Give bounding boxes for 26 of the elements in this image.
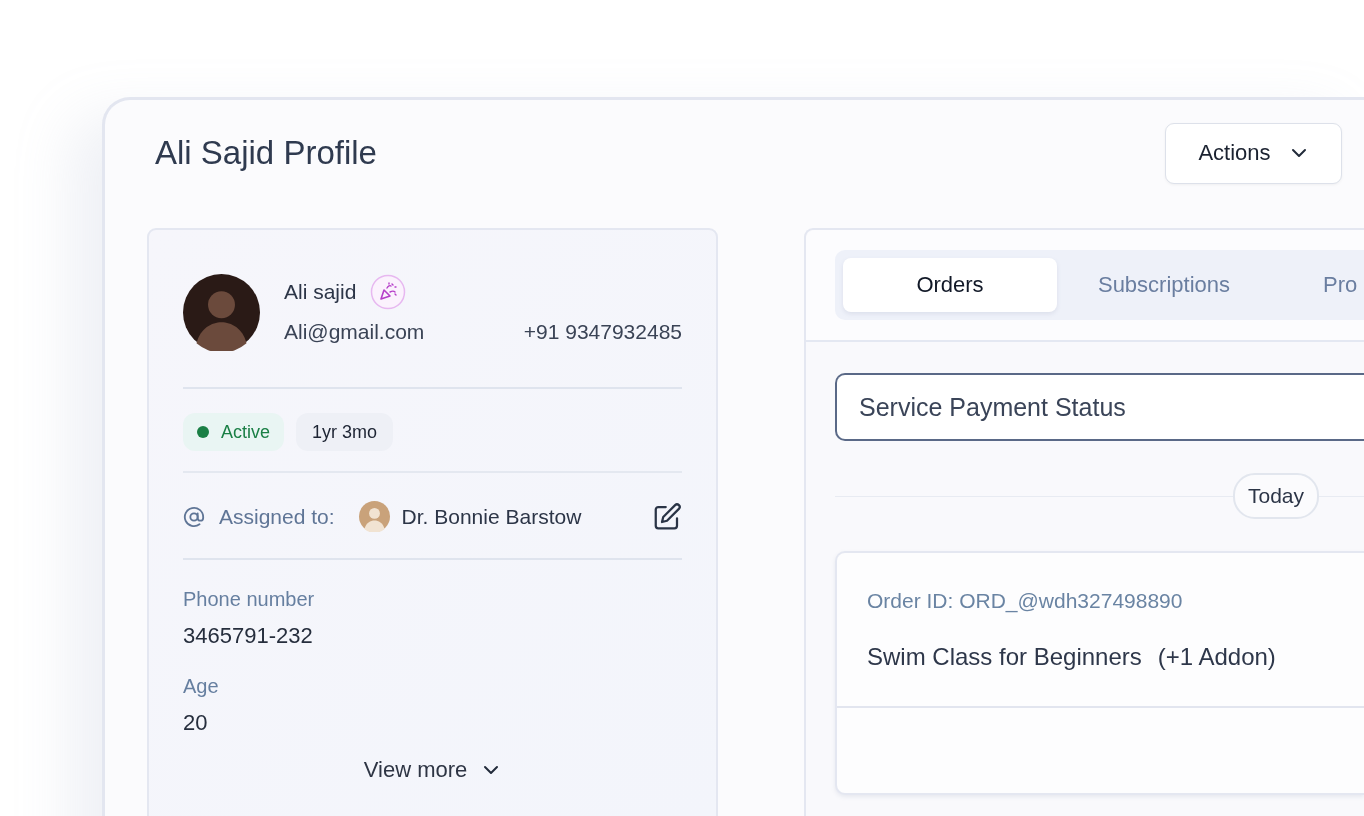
assigned-label: Assigned to:	[219, 504, 335, 529]
at-icon	[183, 505, 205, 528]
field-label: Phone number	[183, 588, 316, 611]
tenure-chip: 1yr 3mo	[296, 413, 394, 451]
filter-field[interactable]: Service Payment Status	[835, 373, 1364, 441]
tab[interactable]: Subscriptions	[1057, 258, 1271, 312]
field-label: Age	[183, 675, 220, 698]
email-text: Ali@gmail.com	[284, 320, 425, 344]
addon-count: (+1 Addon)	[1157, 643, 1276, 671]
date-divider-label: Today	[1232, 473, 1319, 519]
order-title: Swim Class for Beginners	[867, 643, 1142, 671]
profile-name: Ali sajid	[284, 280, 357, 304]
phone-text: +91 9347932485	[523, 320, 682, 344]
order-id: Order ID: ORD_@wdh327498890	[867, 589, 1184, 613]
tab[interactable]: Orders	[843, 258, 1057, 312]
status-label: Active	[221, 421, 271, 443]
edit-icon[interactable]	[652, 501, 682, 532]
field-value: 3465791-232	[183, 623, 314, 649]
view-more-button[interactable]: View more	[357, 756, 508, 784]
party-popper-icon	[370, 274, 407, 310]
avatar	[358, 501, 390, 532]
field-value: 20	[183, 710, 209, 736]
assignee-name: Dr. Bonnie Barstow	[401, 504, 583, 529]
actions-button[interactable]: Actions	[1165, 122, 1342, 184]
tab[interactable]: Pro	[1271, 258, 1358, 312]
page-title: Ali Sajid Profile	[155, 134, 377, 172]
